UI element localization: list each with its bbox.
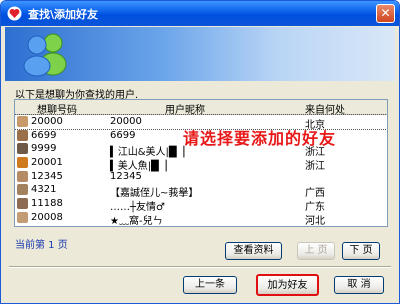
column-header-id[interactable]: 想聊号码 [37,101,77,116]
cancel-button[interactable]: 取 消 [334,276,384,294]
cell-nickname: ★﹏窩-兒ㄣ [110,215,163,227]
view-profile-button[interactable]: 查看资料 [225,242,282,260]
add-friend-button[interactable]: 加为好友 [256,274,319,296]
cell-id: 20001 [31,157,63,169]
add-friend-dialog: 查找\添加好友 ✕ 以下是想聊为你查找的用户. 想聊号码 用户昵称 来自何处 2… [0,0,400,304]
previous-step-button[interactable]: 上一条 [183,276,237,294]
table-row[interactable]: 4321 【嘉誠侄儿~莪擧】 广西 [15,183,387,199]
avatar [17,129,28,141]
cell-id: 6699 [31,129,57,141]
close-button[interactable]: ✕ [376,4,395,23]
cell-id: 20000 [31,116,63,127]
cell-nickname: 20000 [110,116,142,127]
table-row[interactable]: 20001 ▍美人魚|█▕ 浙江 [15,156,387,172]
column-header-nickname[interactable]: 用户昵称 [165,101,205,116]
avatar [17,211,28,223]
avatar [17,143,28,155]
next-page-button[interactable]: 下 页 [342,242,380,260]
cell-id: 9999 [31,143,57,155]
table-row[interactable]: 12345 12345 [15,170,387,184]
instruction-annotation: 请选择要添加的好友 [183,129,337,148]
cell-location: 河北 [305,215,325,227]
avatar [17,184,28,196]
results-list[interactable]: 想聊号码 用户昵称 来自何处 20000 20000 北京 6699 6699 9999 ▍… [14,99,388,227]
previous-page-button[interactable]: 上 页 [297,242,335,260]
cell-nickname: 12345 [110,170,142,182]
cell-id: 11188 [31,198,63,210]
table-row[interactable]: 11188 ……┼友情♂ 广东 [15,197,387,213]
cell-nickname: 6699 [110,129,136,141]
title-bar[interactable]: 查找\添加好友 ✕ [1,1,399,26]
divider [9,266,391,268]
app-heart-icon [7,6,22,21]
page-indicator: 当前第 1 页 [15,240,68,251]
window-title: 查找\添加好友 [28,8,99,21]
header-banner [5,27,395,81]
column-header-location[interactable]: 来自何处 [305,101,345,116]
avatar [17,170,28,182]
avatar [17,198,28,210]
cell-id: 4321 [31,184,57,196]
avatar [17,116,28,127]
users-icon [23,33,67,77]
list-header: 想聊号码 用户昵称 来自何处 [15,100,387,116]
avatar [17,157,28,169]
cell-id: 20008 [31,211,63,223]
cell-id: 12345 [31,170,63,182]
table-row[interactable]: 20008 ★﹏窩-兒ㄣ 河北 [15,211,387,227]
